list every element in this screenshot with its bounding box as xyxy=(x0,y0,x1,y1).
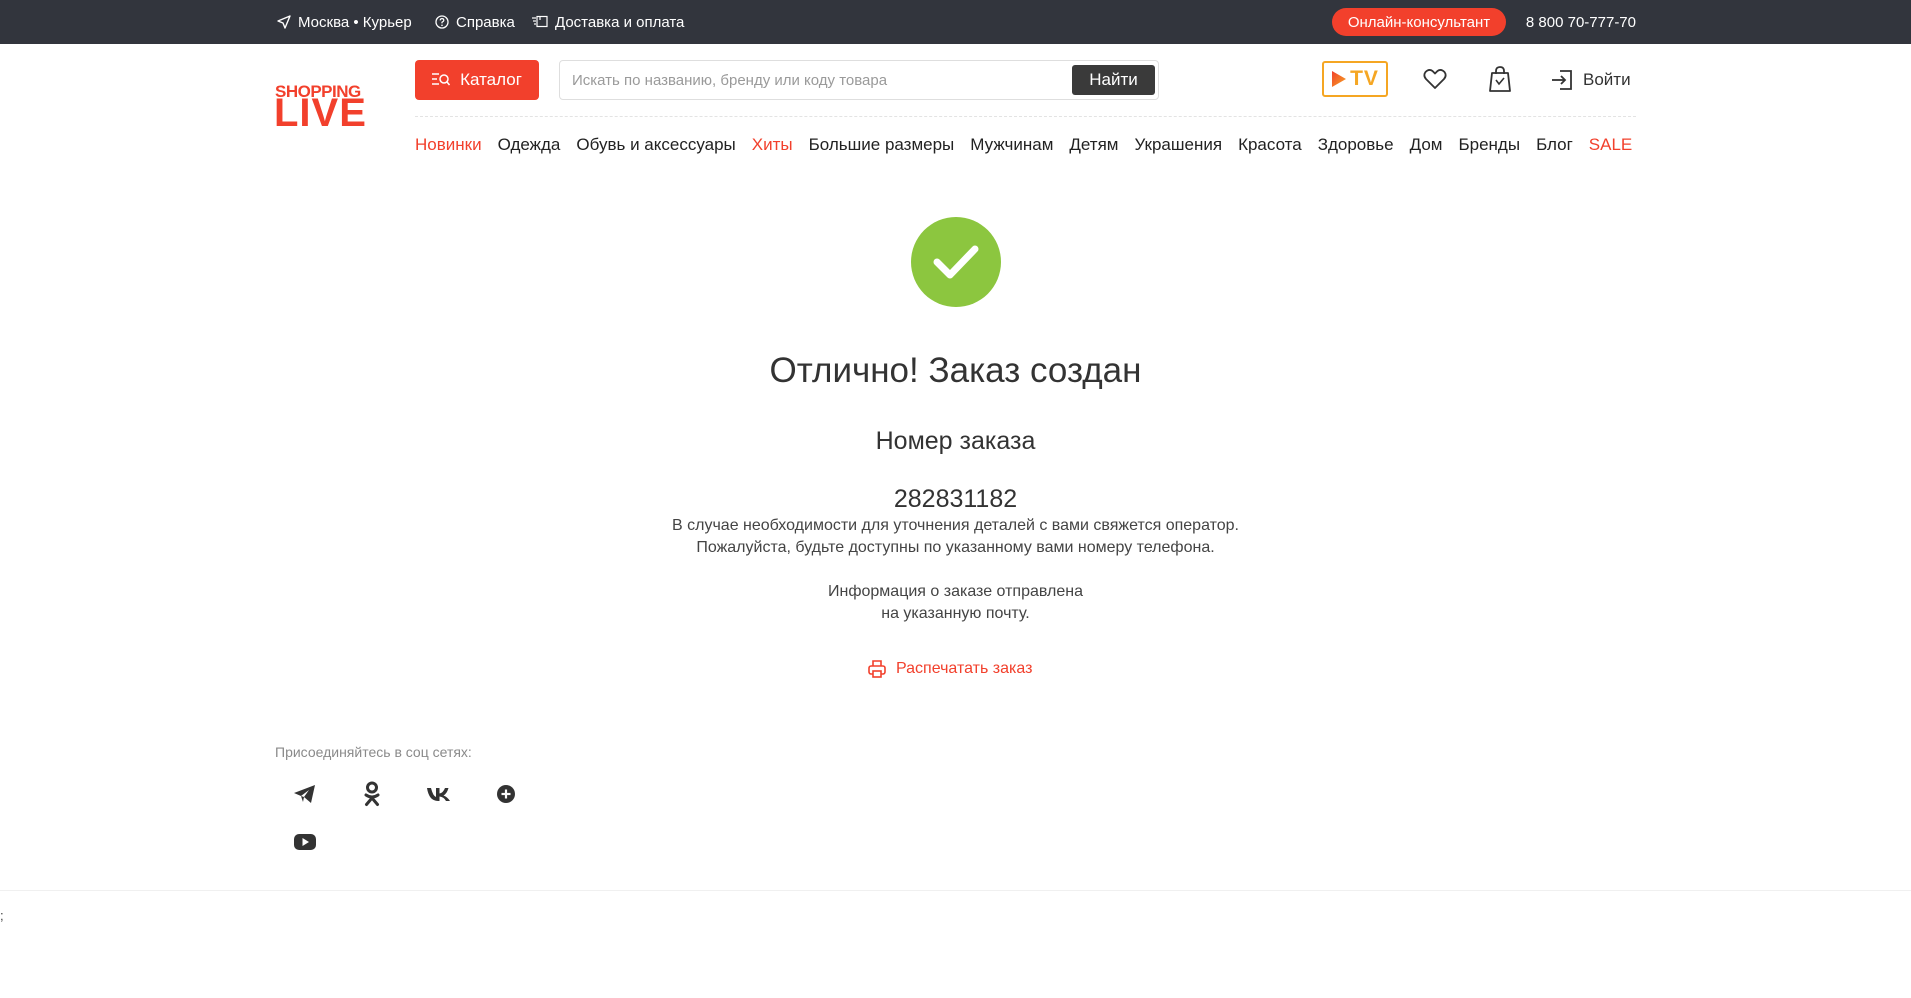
online-consultant-button[interactable]: Онлайн-консультант xyxy=(1332,8,1506,36)
help-link[interactable]: Справка xyxy=(435,0,515,44)
operator-note-line-2: Пожалуйста, будьте доступны по указанном… xyxy=(696,539,1215,556)
header: SHOPPING LIVE Каталог Найти TV Войти Нов… xyxy=(274,44,1636,164)
favorites-button[interactable] xyxy=(1420,64,1450,94)
footer-divider xyxy=(0,890,1911,891)
question-icon xyxy=(435,15,449,29)
operator-note-line-1: В случае необходимости для уточнения дет… xyxy=(672,517,1239,534)
catalog-label: Каталог xyxy=(460,70,522,89)
location-arrow-icon xyxy=(277,15,291,29)
phone-number[interactable]: 8 800 70-777-70 xyxy=(1526,0,1636,44)
login-button[interactable]: Войти xyxy=(1551,60,1631,100)
nav-item[interactable]: Украшения xyxy=(1134,135,1222,155)
shopping-bag-icon xyxy=(1489,66,1511,92)
printer-icon xyxy=(868,660,886,678)
nav-item[interactable]: Большие размеры xyxy=(809,135,955,155)
search-box: Найти xyxy=(559,60,1159,100)
order-success-section: Отлично! Заказ создан Номер заказа 28283… xyxy=(0,164,1911,724)
nav-item[interactable]: Бренды xyxy=(1458,135,1520,155)
nav-item[interactable]: Хиты xyxy=(752,135,793,155)
login-label: Войти xyxy=(1583,70,1631,89)
location-label: Москва • Курьер xyxy=(298,13,412,31)
telegram-icon[interactable] xyxy=(289,778,321,810)
play-icon xyxy=(1332,71,1347,87)
help-label: Справка xyxy=(456,13,515,31)
logo[interactable]: SHOPPING LIVE xyxy=(274,82,371,135)
plus-icon[interactable] xyxy=(490,778,522,810)
catalog-button[interactable]: Каталог xyxy=(415,60,539,100)
tv-button[interactable]: TV xyxy=(1322,61,1388,97)
email-note-line-1: Информация о заказе отправлена xyxy=(828,583,1083,600)
nav-item[interactable]: Одежда xyxy=(498,135,561,155)
success-check-icon xyxy=(911,217,1001,307)
nav-item[interactable]: Детям xyxy=(1069,135,1118,155)
nav-item[interactable]: Красота xyxy=(1238,135,1302,155)
nav-item[interactable]: Здоровье xyxy=(1318,135,1394,155)
login-icon xyxy=(1552,70,1572,90)
nav-item[interactable]: Новинки xyxy=(415,135,482,155)
nav-item[interactable]: Блог xyxy=(1536,135,1573,155)
print-order-label: Распечатать заказ xyxy=(896,660,1033,677)
odnoklassniki-icon[interactable] xyxy=(356,778,388,810)
heart-icon xyxy=(1423,69,1447,89)
email-note-line-2: на указанную почту. xyxy=(881,605,1030,622)
location-selector[interactable]: Москва • Курьер xyxy=(277,0,412,44)
top-bar: Москва • Курьер Справка Доставка и оплат… xyxy=(0,0,1911,44)
order-number: 282831182 xyxy=(893,485,1018,513)
print-order-link[interactable]: Распечатать заказ xyxy=(868,657,1032,681)
logo-text-bottom: LIVE xyxy=(274,91,367,135)
social-section: Присоединяйтесь в соц сетях: xyxy=(275,744,675,874)
cart-button[interactable] xyxy=(1485,64,1515,94)
success-title: Отлично! Заказ создан xyxy=(769,351,1142,390)
social-title: Присоединяйтесь в соц сетях: xyxy=(275,744,472,760)
header-divider xyxy=(415,116,1636,117)
main-nav: Новинки Одежда Обувь и аксессуары Хиты Больш… xyxy=(415,130,1632,160)
delivery-link[interactable]: Доставка и оплата xyxy=(532,0,684,44)
delivery-icon xyxy=(532,15,548,28)
stray-character: ; xyxy=(0,908,4,923)
youtube-icon[interactable] xyxy=(289,826,321,858)
search-input[interactable] xyxy=(560,61,1070,99)
nav-item[interactable]: Мужчинам xyxy=(970,135,1053,155)
vk-icon[interactable] xyxy=(423,778,455,810)
nav-item[interactable]: Дом xyxy=(1410,135,1443,155)
catalog-search-icon xyxy=(432,73,451,86)
nav-item[interactable]: Обувь и аксессуары xyxy=(576,135,735,155)
nav-item[interactable]: SALE xyxy=(1589,135,1632,155)
search-button[interactable]: Найти xyxy=(1072,65,1155,95)
delivery-label: Доставка и оплата xyxy=(555,13,685,31)
tv-label: TV xyxy=(1350,67,1379,90)
order-number-label: Номер заказа xyxy=(875,427,1036,455)
